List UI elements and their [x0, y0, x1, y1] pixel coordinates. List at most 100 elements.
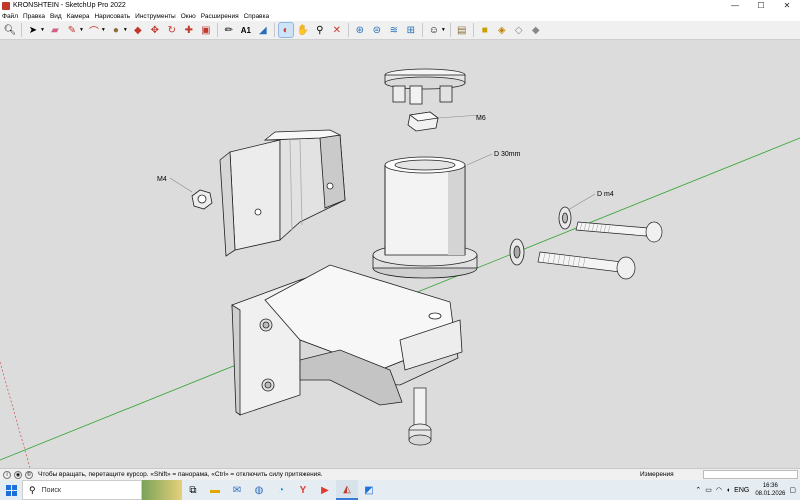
toolbar-divider — [472, 23, 474, 37]
red-axis-line — [0, 361, 31, 468]
pan-icon[interactable]: ✋ — [296, 23, 310, 37]
plug-cap-part — [384, 68, 466, 105]
chevron-down-icon[interactable]: ▼ — [123, 27, 128, 33]
offset-icon[interactable]: ▣ — [199, 23, 213, 37]
rotate-icon[interactable]: ↻ — [165, 23, 179, 37]
status-hint: Чтобы вращать, перетащите курсор. «Shift… — [38, 471, 323, 478]
network-icon[interactable]: ▭ — [705, 486, 712, 494]
toolbar-divider — [449, 23, 451, 37]
wifi-icon[interactable]: ◠ — [716, 486, 722, 494]
measurements-label: Измерения — [640, 471, 674, 478]
move-icon[interactable]: ✥ — [148, 23, 162, 37]
task-view-icon[interactable]: ⧉ — [182, 480, 204, 500]
chevron-down-icon[interactable]: ▼ — [101, 27, 106, 33]
minimize-button[interactable]: — — [722, 0, 748, 11]
windows-taskbar: ⚲ Поиск ⧉ ▬ ✉ ◍ ◔ Y ▶ ◭ ◩ ⌃ ▭ ◠ ◖ ENG 16… — [0, 480, 800, 500]
chevron-down-icon[interactable]: ▼ — [79, 27, 84, 33]
ruby-icon[interactable]: ⊜ — [370, 23, 384, 37]
warehouse-icon[interactable]: ▤ — [455, 23, 469, 37]
menu-bar: Файл Правка Вид Камера Нарисовать Инстру… — [0, 11, 800, 21]
yandex-icon[interactable]: Y — [292, 480, 314, 500]
window-title: KRONSHTEIN - SketchUp Pro 2022 — [13, 2, 126, 9]
menu-draw[interactable]: Нарисовать — [94, 13, 130, 20]
toolbar-divider — [273, 23, 275, 37]
sandbox-icon[interactable]: ⊛ — [353, 23, 367, 37]
clamp-part — [219, 129, 346, 257]
menu-camera[interactable]: Камера — [67, 13, 90, 20]
chevron-down-icon[interactable]: ▼ — [441, 27, 446, 33]
language-indicator[interactable]: ENG — [734, 487, 749, 494]
m6-nut-part — [407, 111, 481, 132]
label-m4: M4 — [157, 176, 167, 183]
push-pull-icon[interactable]: ◆ — [131, 23, 145, 37]
layers-icon[interactable]: ≋ — [387, 23, 401, 37]
menu-edit[interactable]: Правка — [23, 13, 45, 20]
components-icon[interactable]: ⊞ — [404, 23, 418, 37]
bracket-part — [231, 264, 463, 416]
youtube-icon[interactable]: ▶ — [314, 480, 336, 500]
toolbar-divider — [216, 23, 218, 37]
scale-icon[interactable]: ✚ — [182, 23, 196, 37]
sketchup-icon[interactable]: ◭ — [336, 480, 358, 500]
extension-icon[interactable]: ■ — [478, 23, 492, 37]
pencil-icon[interactable]: ✎ — [65, 23, 79, 37]
chevron-down-icon[interactable]: ▼ — [40, 27, 45, 33]
windows-start-icon[interactable] — [0, 480, 22, 500]
search-placeholder: Поиск — [41, 486, 61, 494]
close-button[interactable]: ✕ — [774, 0, 800, 11]
arc-icon[interactable]: ⌒ — [87, 23, 101, 38]
browser-icon[interactable]: ◍ — [248, 480, 270, 500]
notification-icon[interactable]: ▢ — [789, 486, 796, 494]
menu-file[interactable]: Файл — [2, 13, 18, 20]
zoom-extents-icon[interactable]: ✕ — [330, 23, 344, 37]
zoom-icon[interactable]: ⚲ — [313, 23, 327, 37]
chevron-up-icon[interactable]: ⌃ — [695, 486, 701, 494]
maximize-button[interactable]: ☐ — [748, 0, 774, 11]
edge-icon[interactable]: ◔ — [270, 480, 292, 500]
shape-icon[interactable]: ● — [109, 23, 123, 37]
credits-icon[interactable]: © — [25, 470, 33, 479]
search-icon[interactable]: 🔍︎ — [3, 23, 17, 37]
search-highlight-image — [142, 480, 182, 500]
status-bar: i ◉ © Чтобы вращать, перетащите курсор. … — [0, 468, 800, 480]
info-icon[interactable]: i — [3, 470, 11, 479]
tape-measure-icon[interactable]: ✏︎ — [222, 23, 236, 37]
model-viewport[interactable]: M6 D 30mm D m4 M4 — [0, 40, 800, 468]
file-explorer-icon[interactable]: ▬ — [204, 480, 226, 500]
model-canvas[interactable]: M6 D 30mm D m4 M4 — [0, 40, 800, 468]
menu-help[interactable]: Справка — [244, 13, 270, 20]
menu-view[interactable]: Вид — [50, 13, 62, 20]
label-m6: M6 — [476, 115, 486, 122]
geo-icon[interactable]: ◉ — [14, 470, 22, 479]
bushing-part — [372, 153, 493, 279]
m4-nut-part — [169, 177, 213, 210]
menu-extensions[interactable]: Расширения — [201, 13, 239, 20]
taskbar-search-input[interactable]: ⚲ Поиск — [22, 480, 142, 500]
text-icon[interactable]: A1 — [239, 23, 253, 37]
cube-icon[interactable]: ◈ — [495, 23, 509, 37]
search-icon: ⚲ — [29, 484, 36, 495]
clock[interactable]: 16:36 08.01.2026 — [755, 482, 785, 498]
toolbar-divider — [421, 23, 423, 37]
label-dm4: D m4 — [597, 191, 614, 198]
menu-tools[interactable]: Инструменты — [135, 13, 176, 20]
toolbar-divider — [21, 23, 22, 37]
title-bar: KRONSHTEIN - SketchUp Pro 2022 — ☐ ✕ — [0, 0, 800, 11]
cube-3-icon[interactable]: ◆ — [529, 23, 543, 37]
select-arrow-icon[interactable]: ➤ — [26, 23, 40, 37]
sketchup-logo-icon — [2, 1, 10, 10]
mail-icon[interactable]: ✉ — [226, 480, 248, 500]
user-icon[interactable]: ☺ — [427, 23, 441, 37]
orbit-icon[interactable]: ◐ — [277, 22, 294, 38]
paint-bucket-icon[interactable]: ◢ — [256, 23, 270, 37]
main-toolbar: 🔍︎ ➤ ▼ ▰ ✎ ▼ ⌒ ▼ ● ▼ ◆ ✥ ↻ ✚ ▣ ✏︎ A1 ◢ ◐ ✋ ⚲… — [0, 21, 800, 40]
eraser-icon[interactable]: ▰ — [48, 23, 62, 37]
cube-2-icon[interactable]: ◇ — [512, 23, 526, 37]
label-d30: D 30mm — [494, 151, 521, 158]
clock-date: 08.01.2026 — [755, 491, 786, 497]
sketchup-2-icon[interactable]: ◩ — [358, 480, 380, 500]
menu-window[interactable]: Окно — [181, 13, 196, 20]
measurements-input[interactable] — [703, 470, 798, 479]
volume-icon[interactable]: ◖ — [726, 487, 730, 494]
clock-time: 16:36 — [762, 483, 778, 489]
